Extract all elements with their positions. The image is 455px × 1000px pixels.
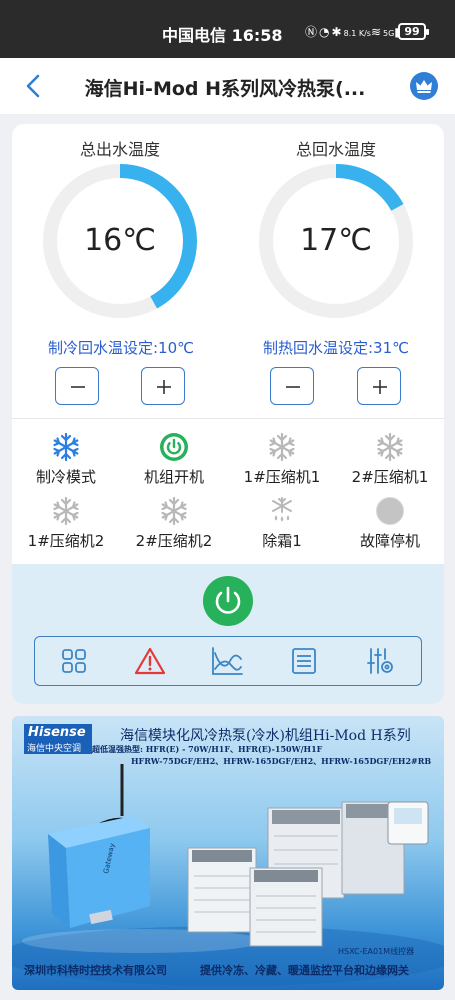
cooling-setpoint-label: 制冷回水温设定:10℃ [48, 339, 194, 357]
status-label: 制冷模式 [35, 468, 96, 486]
status-label: 机组开机 [143, 468, 204, 486]
settings-sliders-icon [367, 648, 393, 674]
outlet-temp-title: 总出水温度 [79, 140, 160, 159]
alarm-clock-icon: ◔ [319, 25, 332, 39]
overview-button[interactable] [57, 645, 91, 677]
fault-indicator-icon [376, 497, 404, 525]
wired-controller [387, 801, 429, 845]
snowflake-icon [53, 496, 79, 526]
snowflake-icon [377, 432, 403, 462]
trend-chart-icon [212, 647, 243, 675]
function-toolbar [34, 636, 422, 686]
power-icon [160, 433, 188, 461]
control-panel [12, 564, 444, 704]
cooling-decrease-button[interactable] [55, 367, 99, 405]
heating-decrease-button[interactable] [270, 367, 314, 405]
main-card: 总出水温度 16℃ 总回水温度 17℃ 制冷回水温设定:10℃ 制热回水温设定:… [12, 124, 444, 704]
status-defrost-1: 除霜1 [228, 496, 336, 551]
status-compressor-2-2: 2#压缩机2 [120, 496, 228, 551]
bluetooth-icon: ✱ [331, 25, 344, 39]
snowflake-icon [53, 432, 79, 462]
divider [12, 418, 444, 419]
page-title: 海信Hi-Mod H系列风冷热泵(... [84, 78, 366, 100]
plus-icon [157, 380, 171, 394]
return-temp-title: 总回水温度 [295, 140, 376, 159]
heating-increase-button[interactable] [357, 367, 401, 405]
list-icon [292, 648, 316, 674]
battery-icon: 99 [398, 23, 429, 40]
gateway-device: Gateway [48, 816, 150, 928]
back-button[interactable] [20, 70, 48, 102]
crown-icon [416, 80, 432, 93]
network-type: 5G [383, 29, 395, 38]
heating-setpoint-label: 制热回水温设定:31℃ [263, 339, 409, 357]
return-temp-value: 17℃ [300, 223, 372, 258]
status-label: 故障停机 [359, 532, 420, 550]
vip-crown-button[interactable] [410, 72, 438, 100]
nfc-icon: Ⓝ [305, 25, 320, 39]
carrier-time: 中国电信 16:58 [162, 26, 283, 45]
status-icons: Ⓝ◔✱8.1 K/s≋5G▮ [305, 23, 403, 40]
status-label: 除霜1 [262, 532, 302, 550]
minus-icon [71, 386, 85, 388]
power-icon [215, 586, 241, 614]
company-name: 深圳市科特时控技术有限公司 [24, 964, 167, 977]
status-bar: 中国电信 16:58 Ⓝ◔✱8.1 K/s≋5G▮ 99 [0, 0, 455, 58]
snowflake-icon [161, 496, 187, 526]
status-cooling-mode: 制冷模式 [12, 432, 120, 487]
chiller-units [187, 801, 405, 947]
records-button[interactable] [287, 645, 321, 677]
minus-icon [286, 386, 300, 388]
defrost-icon [272, 497, 292, 522]
cooling-increase-button[interactable] [141, 367, 185, 405]
controller-caption: HSXC-EA01M线控器 [338, 947, 415, 956]
parameters-button[interactable] [363, 645, 397, 677]
power-button[interactable] [203, 576, 253, 626]
snowflake-icon [269, 432, 295, 462]
status-unit-running: 机组开机 [120, 432, 228, 487]
status-compressor-2-1: 2#压缩机1 [336, 432, 444, 487]
trend-button[interactable] [210, 645, 244, 677]
alarm-icon [134, 647, 166, 675]
status-fault-stop: 故障停机 [336, 496, 444, 551]
status-label: 1#压缩机2 [27, 532, 105, 550]
plus-icon [373, 380, 387, 394]
status-label: 1#压缩机1 [243, 468, 321, 486]
nav-bar: 海信Hi-Mod H系列风冷热泵(... [0, 58, 455, 114]
network-speed: 8.1 K/s [343, 29, 371, 38]
outlet-temp-value: 16℃ [84, 223, 156, 258]
status-label: 2#压缩机1 [351, 468, 429, 486]
banner-slogan: 提供冷冻、冷藏、暖通监控平台和边缘网关 [200, 964, 409, 977]
chevron-left-icon [26, 74, 40, 98]
status-label: 2#压缩机2 [135, 532, 213, 550]
wifi-icon: ≋ [370, 25, 383, 39]
grid-icon [62, 649, 86, 673]
status-compressor-1-2: 1#压缩机2 [12, 496, 120, 551]
status-compressor-1-1: 1#压缩机1 [228, 432, 336, 487]
alarm-button[interactable] [133, 645, 167, 677]
product-banner[interactable]: Hisense 海信中央空调 海信模块化风冷热泵(冷水)机组Hi-Mod H系列… [12, 716, 444, 990]
